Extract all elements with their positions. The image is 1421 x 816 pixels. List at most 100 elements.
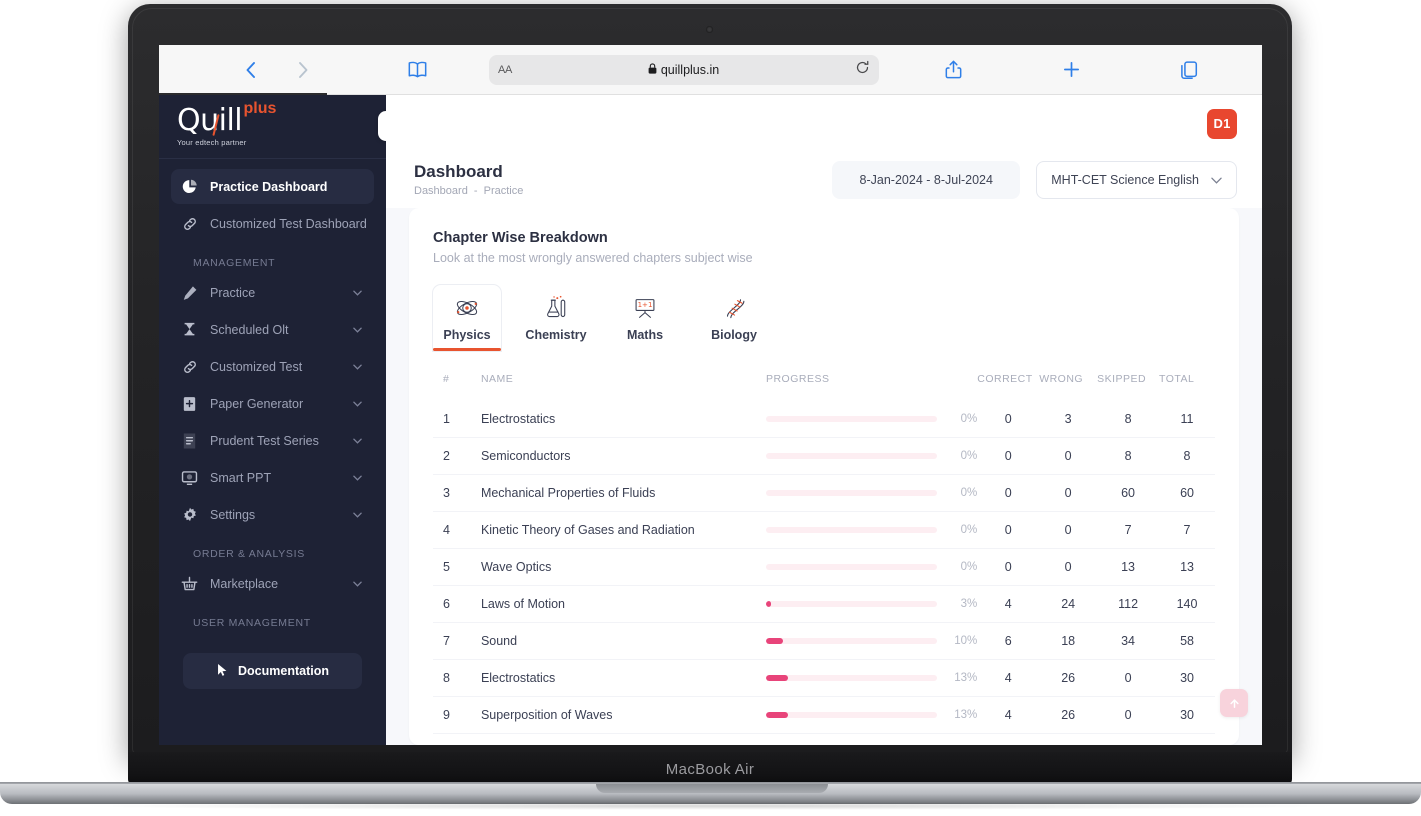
gear-icon	[181, 506, 198, 523]
avatar[interactable]: D1	[1207, 108, 1237, 139]
browser-forward-button[interactable]	[277, 59, 329, 81]
table-row[interactable]: 3 Mechanical Properties of Fluids 0% 0 0 60 60	[433, 474, 1215, 512]
card-subtitle: Look at the most wrongly answered chapte…	[433, 251, 753, 265]
sidebar-item-label: Scheduled Olt	[210, 322, 289, 337]
cell-chapter-name: Superposition of Waves	[466, 696, 766, 734]
laptop-chin: MacBook Air	[128, 752, 1292, 786]
cell-correct: 0	[977, 401, 1040, 438]
table-row[interactable]: 2 Semiconductors 0% 0 0 8 8	[433, 437, 1215, 475]
progress-percent-label: 0%	[960, 450, 978, 462]
cell-total: 60	[1159, 474, 1215, 512]
column-header-progress: PROGRESS	[765, 373, 830, 385]
table-row[interactable]: 8 Electrostatics 13% 4 26 0 30	[433, 659, 1215, 697]
progress-percent-label: 0%	[960, 487, 978, 499]
documentation-button[interactable]: Documentation	[183, 653, 362, 689]
breadcrumb-root[interactable]: Dashboard	[414, 185, 468, 197]
browser-back-button[interactable]	[225, 59, 277, 81]
pencil-icon	[181, 284, 198, 301]
sidebar-item-settings[interactable]: Settings	[171, 497, 374, 532]
card-title: Chapter Wise Breakdown	[433, 230, 608, 246]
cursor-icon	[216, 663, 229, 680]
tabs-overview-icon[interactable]	[1163, 60, 1215, 80]
cell-index: 4	[433, 511, 467, 549]
cell-progress: 15%	[765, 733, 978, 745]
cell-skipped: 0	[1097, 696, 1160, 734]
column-header-name: NAME	[480, 373, 514, 385]
cell-total: 7	[1159, 511, 1215, 549]
table-row[interactable]: 1 Electrostatics 0% 0 3 8 11	[433, 401, 1215, 438]
progress-percent-label: 3%	[960, 598, 978, 610]
table-row[interactable]: 5 Wave Optics 0% 0 0 13 13	[433, 548, 1215, 586]
progress-track	[765, 527, 938, 533]
cell-skipped: 13	[1097, 548, 1160, 586]
scroll-to-top-button[interactable]	[1220, 689, 1248, 717]
cell-total: 13	[1159, 548, 1215, 586]
sidebar-item-label: Prudent Test Series	[210, 433, 319, 448]
table-row[interactable]: 6 Laws of Motion 3% 4 24 112 140	[433, 585, 1215, 623]
link-icon	[181, 215, 198, 232]
basket-icon	[181, 575, 198, 592]
cell-chapter-name: Electrostatics	[466, 659, 766, 697]
cell-skipped: 112	[1097, 585, 1160, 623]
sidebar-item-label: Smart PPT	[210, 470, 272, 485]
column-header-skipped: SKIPPED	[1097, 373, 1147, 385]
sidebar-item-prudent-test-series[interactable]: Prudent Test Series	[171, 423, 374, 458]
tab-physics[interactable]: Physics	[433, 285, 501, 351]
progress-track	[765, 601, 938, 607]
progress-fill	[765, 601, 772, 607]
column-header-correct: CORRECT	[977, 373, 1033, 385]
share-icon[interactable]	[927, 59, 979, 80]
cell-wrong: 24	[1039, 585, 1098, 623]
progress-track	[765, 453, 938, 459]
sidebar-item-practice-dashboard[interactable]: Practice Dashboard	[171, 169, 374, 204]
sidebar-section-management: MANAGEMENT	[193, 257, 276, 269]
breadcrumb: Dashboard - Practice	[414, 185, 832, 197]
sidebar-item-customized-test[interactable]: Customized Test	[171, 349, 374, 384]
progress-track	[765, 564, 938, 570]
subject-tabs: Physics Chemistry 1+1 Maths Biology	[433, 285, 1215, 351]
cell-chapter-name: Motion in a plane	[466, 733, 766, 745]
cell-chapter-name: Mechanical Properties of Fluids	[466, 474, 766, 512]
sidebar-item-customized-test-dashboard[interactable]: Customized Test Dashboard	[171, 206, 374, 241]
application-root: Quill plus Your edtech partner Practice …	[159, 95, 1262, 745]
tab-maths[interactable]: 1+1 Maths	[611, 285, 679, 351]
table-row[interactable]: 4 Kinetic Theory of Gases and Radiation 0%…	[433, 511, 1215, 549]
chevron-down-icon	[353, 288, 362, 298]
reload-icon[interactable]	[855, 60, 870, 80]
cell-total: 58	[1159, 622, 1215, 660]
dna-icon	[721, 294, 747, 322]
sidebar-item-marketplace[interactable]: Marketplace	[171, 566, 374, 601]
browser-sidebar-icon[interactable]	[391, 60, 443, 79]
text-size-button[interactable]: AA	[498, 64, 512, 76]
new-tab-icon[interactable]	[1045, 60, 1097, 79]
sidebar-section-user-management: USER MANAGEMENT	[193, 617, 311, 629]
top-bar: D1	[386, 95, 1262, 152]
webcam-icon	[706, 26, 713, 33]
table-row[interactable]: 7 Sound 10% 6 18 34 58	[433, 622, 1215, 660]
brand-logo[interactable]: Quill plus Your edtech partner	[159, 95, 386, 159]
tab-label: Biology	[711, 328, 757, 342]
column-header-total: TOTAL	[1159, 373, 1195, 385]
date-range-picker[interactable]: 8-Jan-2024 - 8-Jul-2024	[832, 161, 1021, 199]
subject-select[interactable]: MHT-CET Science English	[1036, 161, 1237, 199]
progress-track	[765, 675, 938, 681]
cell-chapter-name: Wave Optics	[466, 548, 766, 586]
sidebar-item-smart-ppt[interactable]: Smart PPT	[171, 460, 374, 495]
subject-select-value: MHT-CET Science English	[1051, 173, 1199, 187]
table-row[interactable]: 10Motion in a plane15%227056148	[433, 733, 1215, 745]
tab-biology[interactable]: Biology	[700, 285, 768, 351]
flask-icon	[543, 294, 569, 322]
cell-wrong: 0	[1039, 548, 1098, 586]
cell-progress: 0%	[765, 548, 978, 586]
chevron-down-icon	[353, 362, 362, 372]
sidebar-item-scheduled-olt[interactable]: Scheduled Olt	[171, 312, 374, 347]
tab-chemistry[interactable]: Chemistry	[522, 285, 590, 351]
address-bar[interactable]: AA quillplus.in	[489, 54, 879, 85]
cell-skipped: 0	[1097, 659, 1160, 697]
sidebar-item-paper-generator[interactable]: Paper Generator	[171, 386, 374, 421]
sidebar-item-practice[interactable]: Practice	[171, 275, 374, 310]
svg-text:1+1: 1+1	[638, 300, 653, 309]
sidebar-collapse-button[interactable]	[378, 111, 386, 141]
atom-icon	[454, 294, 480, 322]
table-row[interactable]: 9 Superposition of Waves 13% 4 26 0 30	[433, 696, 1215, 734]
